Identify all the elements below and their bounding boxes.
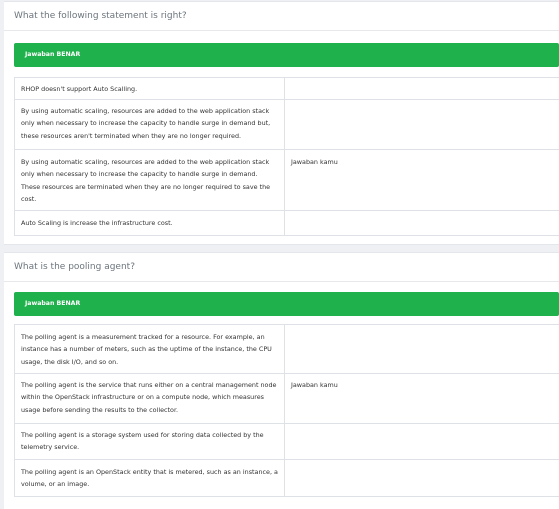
- answer-option-text: By using automatic scaling, resources ar…: [14, 99, 285, 150]
- question-card-2: What is the pooling agent? Jawaban BENAR…: [4, 252, 559, 509]
- answer-option-row: The polling agent is an OpenStack entity…: [14, 459, 559, 497]
- answer-option-text: The polling agent is the service that ru…: [14, 373, 285, 424]
- answer-option-row: Auto Scaling is increase the infrastruct…: [14, 210, 559, 236]
- your-answer-cell: [284, 210, 559, 236]
- your-answer-cell: [284, 99, 559, 150]
- answer-option-text: By using automatic scaling, resources ar…: [14, 149, 285, 211]
- answer-option-row: The polling agent is a measurement track…: [14, 324, 559, 374]
- answer-option-text: Auto Scaling is increase the infrastruct…: [14, 210, 285, 236]
- answer-option-text: The polling agent is an OpenStack entity…: [14, 459, 285, 497]
- question-title: What the following statement is right?: [4, 2, 559, 31]
- answer-option-row: The polling agent is a storage system us…: [14, 423, 559, 460]
- answer-option-row: The polling agent is the service that ru…: [14, 373, 559, 424]
- answer-option-text: The polling agent is a storage system us…: [14, 423, 285, 460]
- correct-answer-banner: Jawaban BENAR: [14, 43, 559, 67]
- answer-option-row: By using automatic scaling, resources ar…: [14, 149, 559, 211]
- answer-option-row: RHOP doesn't support Auto Scalling.: [14, 77, 559, 100]
- your-answer-label: Jawaban kamu: [284, 149, 559, 211]
- answer-option-row: By using automatic scaling, resources ar…: [14, 99, 559, 150]
- answer-options-table: RHOP doesn't support Auto Scalling. By u…: [14, 77, 559, 236]
- question-title: What is the pooling agent?: [4, 253, 559, 282]
- your-answer-label: Jawaban kamu: [284, 373, 559, 424]
- answer-options-table: The polling agent is a measurement track…: [14, 324, 559, 497]
- answer-option-text: RHOP doesn't support Auto Scalling.: [14, 77, 285, 100]
- correct-answer-banner: Jawaban BENAR: [14, 292, 559, 316]
- question-card-1: What the following statement is right? J…: [4, 1, 559, 245]
- answer-option-text: The polling agent is a measurement track…: [14, 324, 285, 374]
- your-answer-cell: [284, 459, 559, 497]
- your-answer-cell: [284, 324, 559, 374]
- your-answer-cell: [284, 423, 559, 460]
- your-answer-cell: [284, 77, 559, 100]
